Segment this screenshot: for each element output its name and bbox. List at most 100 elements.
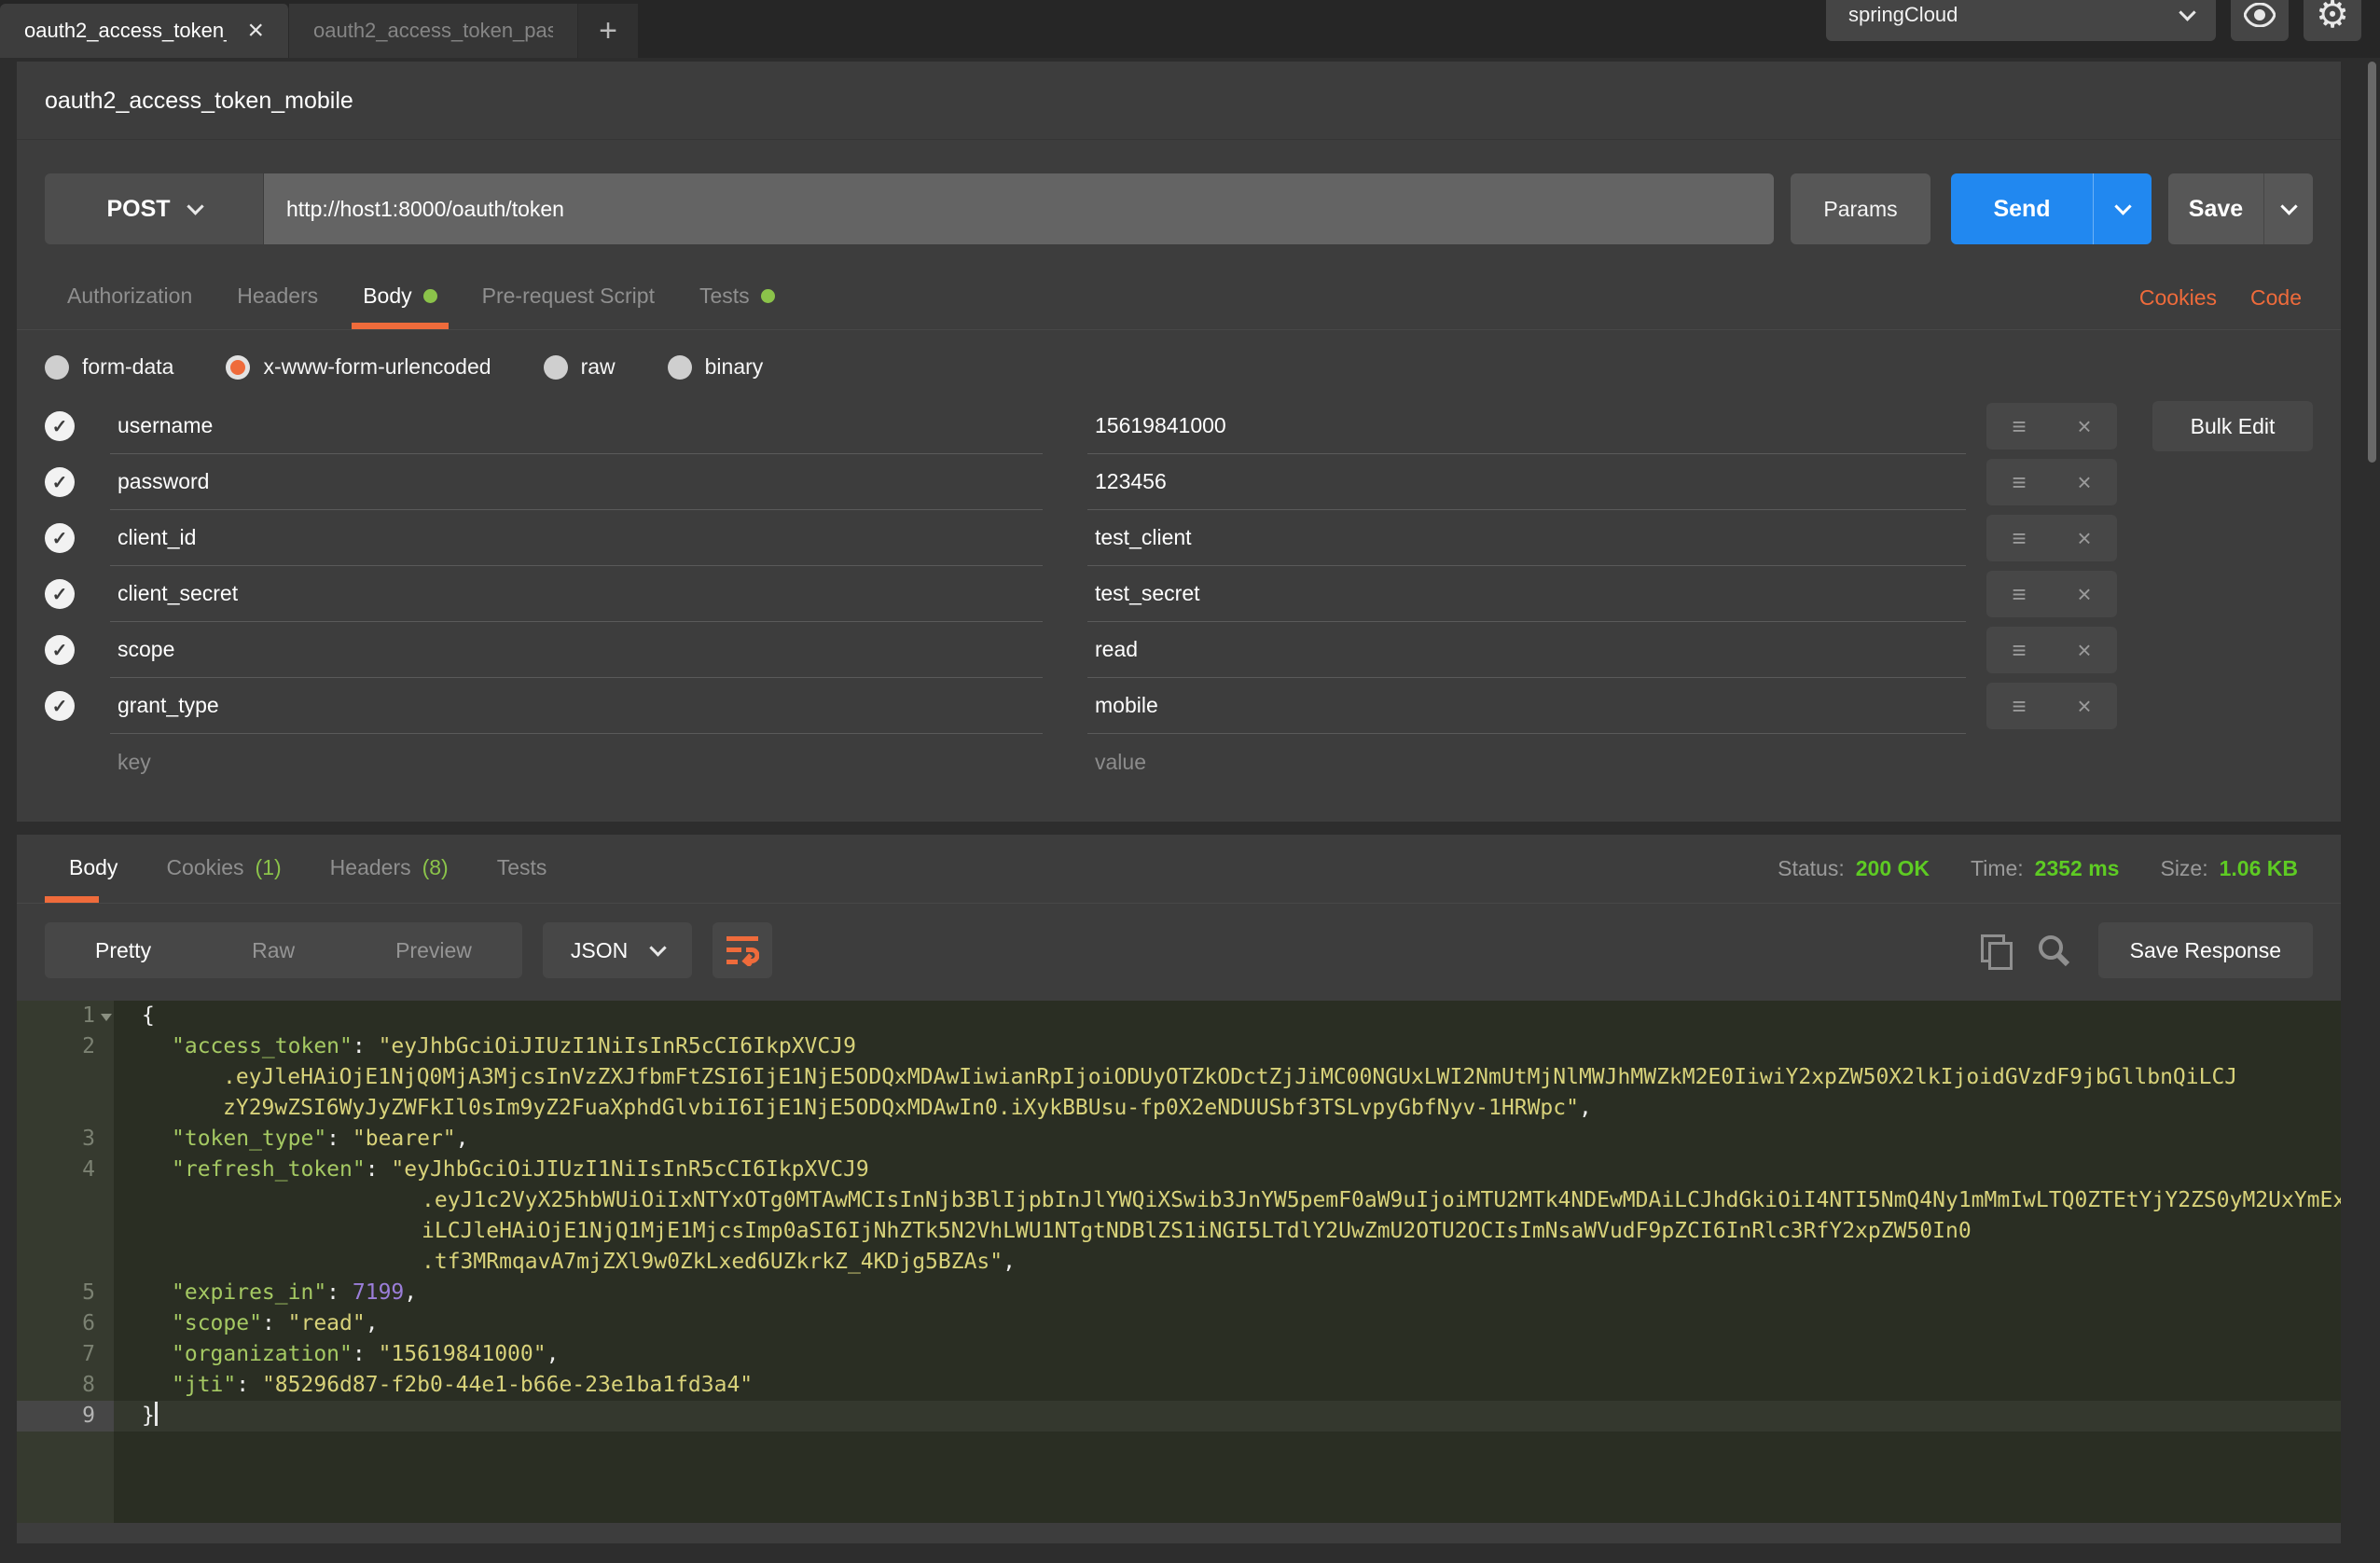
code-line: zY29wZSI6WyJyZWFkIl0sIm9yZ2FuaXphdGlvbiI… bbox=[17, 1093, 2341, 1124]
response-tab-count: (1) bbox=[256, 855, 282, 880]
settings-button[interactable]: ⚙ bbox=[2304, 0, 2361, 41]
cookies-link[interactable]: Cookies bbox=[2139, 285, 2217, 311]
param-value-input[interactable]: value bbox=[1087, 734, 1966, 790]
drag-handle-icon[interactable]: ≡ bbox=[2012, 526, 2026, 550]
copy-icon[interactable] bbox=[1981, 934, 2009, 966]
remove-row-icon[interactable]: × bbox=[2077, 470, 2091, 494]
url-input[interactable]: http://host1:8000/oauth/token bbox=[264, 173, 1774, 244]
code-text: "access_token": "eyJhbGciOiJIUzI1NiIsInR… bbox=[114, 1031, 2341, 1062]
param-value-input[interactable]: read bbox=[1087, 622, 1966, 678]
view-mode-raw[interactable]: Raw bbox=[201, 938, 345, 963]
body-mode-form-data[interactable]: form-data bbox=[45, 354, 173, 380]
param-value-input[interactable]: 123456 bbox=[1087, 454, 1966, 510]
remove-row-icon[interactable]: × bbox=[2077, 694, 2091, 718]
param-row: ✓ client_secret test_secret ≡ × bbox=[45, 566, 2313, 622]
check-icon: ✓ bbox=[52, 639, 68, 662]
remove-row-icon[interactable]: × bbox=[2077, 582, 2091, 606]
column-gap bbox=[1043, 678, 1087, 734]
param-enabled-checkbox[interactable]: ✓ bbox=[45, 635, 75, 665]
remove-row-icon[interactable]: × bbox=[2077, 638, 2091, 662]
send-options-button[interactable] bbox=[2094, 173, 2152, 244]
param-value-input[interactable]: test_secret bbox=[1087, 566, 1966, 622]
param-enabled-checkbox[interactable]: ✓ bbox=[45, 579, 75, 609]
param-key-input[interactable]: grant_type bbox=[110, 678, 1043, 734]
search-icon[interactable] bbox=[2037, 934, 2070, 967]
response-toolbar: PrettyRawPreview JSON bbox=[17, 904, 2341, 995]
param-value-input[interactable]: 15619841000 bbox=[1087, 398, 1966, 454]
param-enabled-checkbox[interactable]: ✓ bbox=[45, 411, 75, 441]
param-enabled-checkbox[interactable]: ✓ bbox=[45, 467, 75, 497]
param-row: ✓ username 15619841000 ≡ × Bulk Edit bbox=[45, 398, 2313, 454]
workspace-tab[interactable]: oauth2_access_token_passw bbox=[289, 4, 578, 58]
response-tab-body[interactable]: Body bbox=[45, 835, 142, 903]
param-value-input[interactable]: test_client bbox=[1087, 510, 1966, 566]
param-check-cell: ✓ bbox=[45, 398, 110, 454]
eye-icon bbox=[2244, 3, 2276, 27]
drag-handle-icon[interactable]: ≡ bbox=[2012, 638, 2026, 662]
response-tab-label: Tests bbox=[497, 855, 547, 880]
response-tabs-row: BodyCookies(1)Headers(8)Tests Status:200… bbox=[17, 835, 2341, 904]
request-tabs-row: AuthorizationHeadersBodyPre-request Scri… bbox=[17, 267, 2341, 330]
request-tab-body[interactable]: Body bbox=[340, 267, 459, 329]
code-line: iLCJleHAiOjE1NjQ1MjE1MjcsImp0aSI6IjNhZTk… bbox=[17, 1216, 2341, 1247]
param-enabled-checkbox[interactable]: ✓ bbox=[45, 523, 75, 553]
save-response-button[interactable]: Save Response bbox=[2098, 922, 2313, 978]
param-key-input[interactable]: username bbox=[110, 398, 1043, 454]
param-key-input[interactable]: client_id bbox=[110, 510, 1043, 566]
body-mode-x-www-form-urlencoded[interactable]: x-www-form-urlencoded bbox=[226, 354, 491, 380]
environment-select[interactable]: springCloud bbox=[1826, 0, 2216, 41]
response-tab-cookies[interactable]: Cookies(1) bbox=[142, 835, 305, 903]
fold-caret-icon[interactable] bbox=[101, 1014, 112, 1021]
remove-row-icon[interactable]: × bbox=[2077, 414, 2091, 438]
param-value-input[interactable]: mobile bbox=[1087, 678, 1966, 734]
param-actions-group: ≡× bbox=[1986, 515, 2117, 561]
code-line: 2"access_token": "eyJhbGciOiJIUzI1NiIsIn… bbox=[17, 1031, 2341, 1062]
response-tools-right: Save Response bbox=[1981, 922, 2313, 978]
view-mode-pretty[interactable]: Pretty bbox=[45, 938, 201, 963]
wrap-lines-button[interactable] bbox=[713, 922, 772, 978]
param-key-input[interactable]: key bbox=[110, 734, 1043, 790]
request-tab-authorization[interactable]: Authorization bbox=[45, 267, 214, 329]
close-tab-icon[interactable]: × bbox=[247, 17, 264, 45]
body-mode-label: raw bbox=[581, 354, 616, 380]
column-gap bbox=[1043, 510, 1087, 566]
line-number: 8 bbox=[17, 1370, 114, 1401]
param-key-input[interactable]: client_secret bbox=[110, 566, 1043, 622]
drag-handle-icon[interactable]: ≡ bbox=[2012, 470, 2026, 494]
param-enabled-checkbox[interactable]: ✓ bbox=[45, 691, 75, 721]
code-token: "organization" bbox=[172, 1342, 353, 1366]
remove-row-icon[interactable]: × bbox=[2077, 526, 2091, 550]
line-number: 2 bbox=[17, 1031, 114, 1062]
method-select[interactable]: POST bbox=[45, 173, 264, 244]
view-mode-preview[interactable]: Preview bbox=[345, 938, 522, 963]
drag-handle-icon[interactable]: ≡ bbox=[2012, 694, 2026, 718]
save-button[interactable]: Save bbox=[2168, 173, 2264, 244]
code-token: "expires_in" bbox=[172, 1280, 326, 1305]
save-options-button[interactable] bbox=[2264, 173, 2313, 244]
window-scrollbar[interactable] bbox=[2368, 62, 2376, 463]
response-tab-tests[interactable]: Tests bbox=[473, 835, 572, 903]
body-mode-raw[interactable]: raw bbox=[544, 354, 616, 380]
response-tab-headers[interactable]: Headers(8) bbox=[306, 835, 473, 903]
code-line: .eyJleHAiOjE1NjQ0MjA3MjcsInVzZXJfbmFtZSI… bbox=[17, 1062, 2341, 1093]
request-tab-headers[interactable]: Headers bbox=[214, 267, 340, 329]
request-tab-tests[interactable]: Tests bbox=[677, 267, 797, 329]
param-key-input[interactable]: scope bbox=[110, 622, 1043, 678]
body-mode-binary[interactable]: binary bbox=[668, 354, 764, 380]
workspace-tab[interactable]: oauth2_access_token_× bbox=[0, 4, 289, 58]
code-link[interactable]: Code bbox=[2250, 285, 2302, 311]
param-key-input[interactable]: password bbox=[110, 454, 1043, 510]
drag-handle-icon[interactable]: ≡ bbox=[2012, 582, 2026, 606]
code-token: : bbox=[326, 1127, 353, 1151]
request-tab-pre-request-script[interactable]: Pre-request Script bbox=[460, 267, 677, 329]
bulk-edit-button[interactable]: Bulk Edit bbox=[2152, 401, 2313, 451]
params-button[interactable]: Params bbox=[1791, 173, 1930, 244]
code-token: "bearer" bbox=[353, 1127, 456, 1151]
new-tab-button[interactable]: + bbox=[578, 4, 638, 58]
format-select[interactable]: JSON bbox=[543, 922, 692, 978]
param-row: key value bbox=[45, 734, 2313, 790]
environment-preview-button[interactable] bbox=[2231, 0, 2289, 41]
send-button[interactable]: Send bbox=[1951, 173, 2094, 244]
drag-handle-icon[interactable]: ≡ bbox=[2012, 414, 2026, 438]
code-text: .eyJleHAiOjE1NjQ0MjA3MjcsInVzZXJfbmFtZSI… bbox=[114, 1062, 2341, 1093]
